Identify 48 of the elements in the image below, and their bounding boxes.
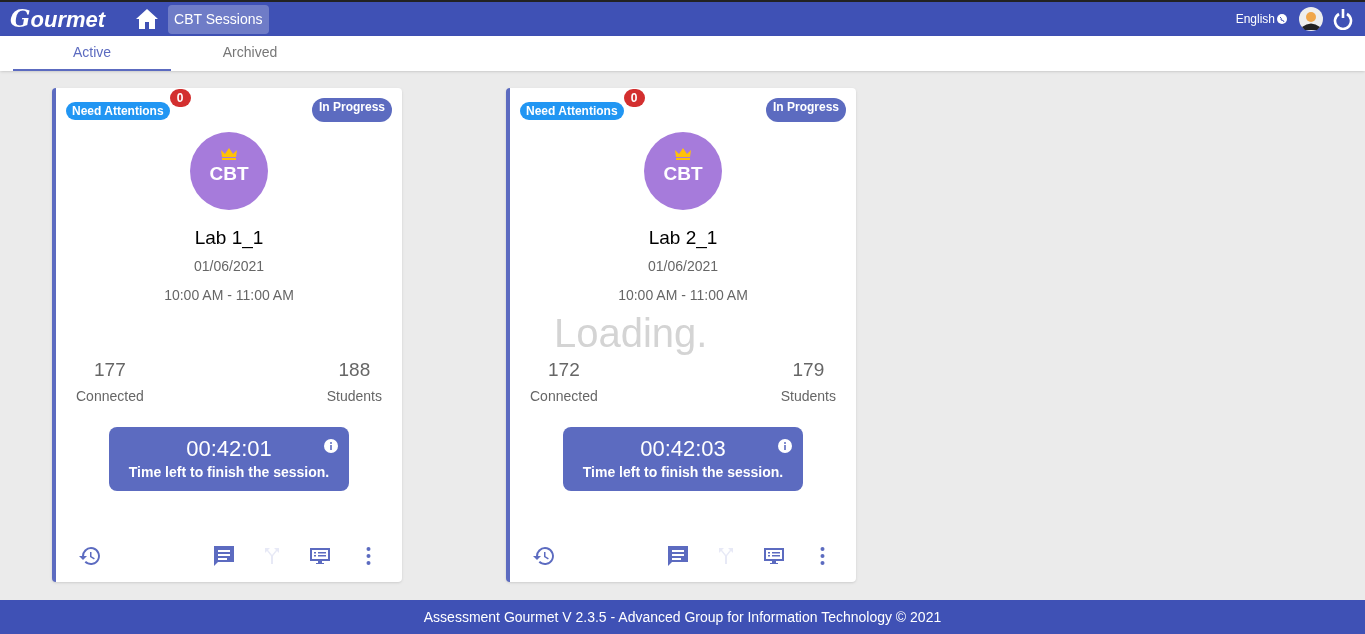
tab[interactable]: Archived bbox=[171, 36, 329, 71]
students-label: Students bbox=[326, 387, 382, 406]
session-date: 01/06/2021 bbox=[647, 256, 719, 276]
connected-label: Connected bbox=[530, 387, 598, 406]
chat-button[interactable] bbox=[666, 544, 690, 568]
info-icon[interactable] bbox=[324, 439, 338, 453]
timer-value: 00:42:03 bbox=[640, 435, 726, 462]
session-name: Lab 2_1 bbox=[648, 226, 718, 251]
connected-count: 172 bbox=[548, 357, 580, 382]
students-label: Students bbox=[780, 387, 836, 406]
timer-label: Time left to finish the session. bbox=[582, 462, 784, 482]
session-time: 10:00 AM - 11:00 AM bbox=[618, 285, 748, 305]
more-icon bbox=[819, 546, 825, 566]
attention-count: 0 bbox=[623, 89, 645, 107]
info-icon[interactable] bbox=[778, 439, 792, 453]
connected-count: 177 bbox=[94, 357, 126, 382]
timer-value: 00:42:01 bbox=[186, 435, 272, 462]
globe-icon bbox=[1277, 14, 1287, 24]
user-avatar[interactable] bbox=[1299, 7, 1323, 31]
session-avatar: CBT bbox=[190, 132, 268, 210]
nav-link[interactable]: CBT Sessions bbox=[168, 4, 269, 34]
chat-button[interactable] bbox=[212, 544, 236, 568]
students-count: 188 bbox=[338, 357, 371, 382]
language-selector[interactable]: English bbox=[1235, 10, 1275, 28]
chat-icon bbox=[666, 544, 690, 568]
more-icon bbox=[365, 546, 371, 566]
logo[interactable]: Gourmet bbox=[10, 7, 106, 31]
history-icon bbox=[532, 544, 556, 568]
session-date: 01/06/2021 bbox=[193, 256, 265, 276]
chat-icon bbox=[212, 544, 236, 568]
attention-count: 0 bbox=[169, 89, 191, 107]
power-icon[interactable] bbox=[1333, 8, 1353, 30]
home-icon[interactable] bbox=[135, 8, 160, 30]
footer-text: Assessment Gourmet V 2.3.5 - Advanced Group for Information Technology © 2021 bbox=[423, 607, 942, 627]
timer-label: Time left to finish the session. bbox=[128, 462, 330, 482]
history-icon bbox=[78, 544, 102, 568]
tab[interactable]: Active bbox=[13, 36, 171, 71]
session-avatar: CBT bbox=[644, 132, 722, 210]
attention-badge: Need Attentions bbox=[66, 102, 170, 120]
history-button[interactable] bbox=[78, 544, 102, 568]
status-badge: In Progress bbox=[311, 98, 392, 122]
connected-label: Connected bbox=[76, 387, 144, 406]
attention-badge: Need Attentions bbox=[520, 102, 624, 120]
session-name: Lab 1_1 bbox=[194, 226, 264, 251]
history-button[interactable] bbox=[532, 544, 556, 568]
status-badge: In Progress bbox=[765, 98, 846, 122]
session-time: 10:00 AM - 11:00 AM bbox=[164, 285, 294, 305]
students-count: 179 bbox=[792, 357, 825, 382]
